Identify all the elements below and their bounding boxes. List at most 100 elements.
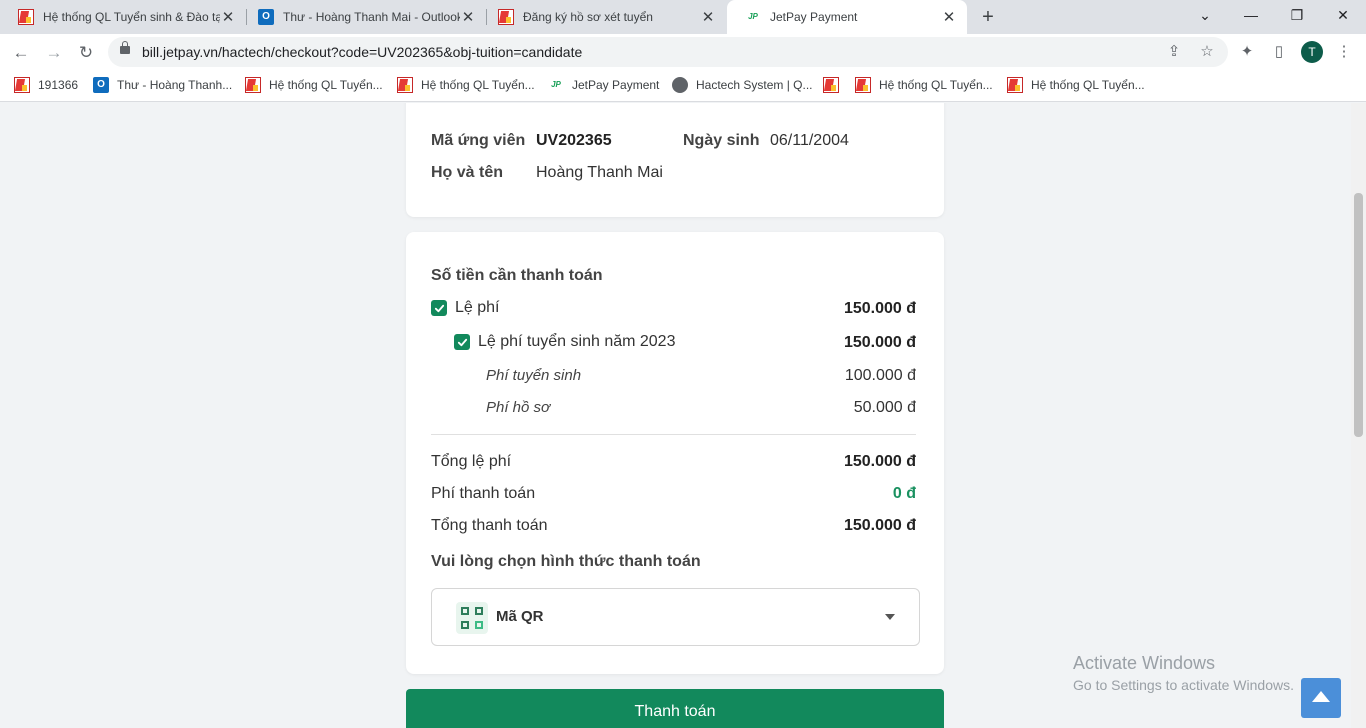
page-scrollbar[interactable] bbox=[1351, 103, 1366, 728]
bookmark-label: JetPay Payment bbox=[572, 78, 660, 92]
side-panel-icon[interactable]: ▯ bbox=[1269, 42, 1289, 62]
bookmark-label: 191366 bbox=[38, 78, 79, 92]
bookmark-item[interactable]: Hệ thống QL Tuyển... bbox=[397, 77, 535, 93]
bookmark-label: Thư - Hoàng Thanh... bbox=[117, 78, 233, 92]
fee-group-row[interactable]: Lệ phí bbox=[431, 299, 499, 317]
fee-group-amount: 150.000 đ bbox=[843, 300, 916, 317]
close-icon[interactable]: ✕ bbox=[700, 8, 716, 26]
scrollbar-thumb[interactable] bbox=[1354, 193, 1363, 437]
sub-item-amount: 100.000 đ bbox=[844, 367, 916, 384]
activate-windows-title: Activate Windows bbox=[1073, 653, 1216, 673]
bookmark-item[interactable]: Hệ thống QL Tuyển... bbox=[855, 77, 993, 93]
bookmark-label: Hệ thống QL Tuyển... bbox=[879, 78, 993, 92]
payment-section-title: Số tiền cần thanh toán bbox=[431, 267, 603, 284]
back-icon[interactable]: ← bbox=[8, 40, 34, 66]
url-text: bill.jetpay.vn/hactech/checkout?code=UV2… bbox=[142, 44, 583, 60]
chevron-down-icon[interactable] bbox=[885, 614, 895, 620]
payment-method-prompt: Vui lòng chọn hình thức thanh toán bbox=[431, 553, 701, 570]
bookmark-item[interactable] bbox=[823, 77, 839, 93]
tab-search-icon[interactable]: ⌄ bbox=[1182, 0, 1228, 30]
fee-item-label: Lệ phí tuyển sinh năm 2023 bbox=[478, 333, 676, 350]
transaction-fee-label: Phí thanh toán bbox=[431, 485, 536, 502]
reload-icon[interactable]: ↻ bbox=[73, 40, 99, 66]
tab-title: Hệ thống QL Tuyển sinh & Đào tạo bbox=[43, 10, 220, 24]
new-tab-icon[interactable]: + bbox=[976, 5, 1000, 29]
close-icon[interactable]: ✕ bbox=[220, 8, 236, 26]
red-logo-icon bbox=[245, 77, 261, 93]
forward-icon[interactable]: → bbox=[41, 40, 67, 66]
jetpay-icon: JP bbox=[748, 12, 758, 21]
outlook-icon: O bbox=[93, 77, 109, 93]
bookmark-item[interactable]: Hactech System | Q... bbox=[672, 77, 812, 93]
sub-item-label: Phí tuyển sinh bbox=[486, 367, 582, 384]
dob-label: Ngày sinh bbox=[683, 132, 760, 149]
bookmark-label: Hệ thống QL Tuyển... bbox=[1031, 78, 1145, 92]
minimize-icon[interactable]: — bbox=[1228, 0, 1274, 30]
tab-title: Thư - Hoàng Thanh Mai - Outlook bbox=[283, 10, 460, 24]
tab-dang-ky[interactable]: Đăng ký hồ sơ xét tuyển ✕ bbox=[480, 0, 726, 34]
globe-icon bbox=[672, 77, 688, 93]
fee-group-label: Lệ phí bbox=[455, 299, 500, 316]
tab-title: Đăng ký hồ sơ xét tuyển bbox=[523, 10, 653, 24]
total-fee-amount: 150.000 đ bbox=[843, 453, 916, 470]
share-icon[interactable]: ⇪ bbox=[1164, 42, 1184, 62]
red-logo-icon bbox=[855, 77, 871, 93]
payment-method-select[interactable]: Mã QR bbox=[431, 588, 920, 646]
profile-avatar[interactable]: T bbox=[1301, 41, 1323, 63]
checkbox-checked-icon[interactable] bbox=[454, 334, 470, 350]
close-icon[interactable]: ✕ bbox=[460, 8, 476, 26]
sub-item-label: Phí hồ sơ bbox=[486, 399, 551, 416]
restore-icon[interactable]: ❐ bbox=[1274, 0, 1320, 30]
payment-method-selected: Mã QR bbox=[496, 608, 544, 625]
bookmark-item[interactable]: JP JetPay Payment bbox=[548, 77, 659, 93]
jetpay-icon: JP bbox=[551, 80, 561, 89]
divider bbox=[431, 434, 916, 435]
payment-card: Số tiền cần thanh toán Lệ phí 150.000 đ … bbox=[406, 232, 944, 674]
bookmark-label: Hệ thống QL Tuyển... bbox=[269, 78, 383, 92]
total-fee-label: Tổng lệ phí bbox=[431, 453, 512, 470]
tab-strip: Hệ thống QL Tuyển sinh & Đào tạo ✕ O Thư… bbox=[0, 0, 1366, 34]
tab-outlook[interactable]: O Thư - Hoàng Thanh Mai - Outlook ✕ bbox=[240, 0, 486, 34]
tab-title: JetPay Payment bbox=[770, 10, 858, 24]
address-bar[interactable]: bill.jetpay.vn/hactech/checkout?code=UV2… bbox=[108, 37, 1228, 67]
pay-button[interactable]: Thanh toán bbox=[406, 689, 944, 728]
red-logo-icon bbox=[823, 77, 839, 93]
menu-icon[interactable]: ⋮ bbox=[1334, 42, 1354, 62]
lock-icon bbox=[120, 41, 130, 54]
fee-item-amount: 150.000 đ bbox=[843, 334, 916, 351]
qr-code-icon bbox=[456, 602, 488, 634]
fee-item-row[interactable]: Lệ phí tuyển sinh năm 2023 bbox=[454, 333, 675, 351]
name-value: Hoàng Thanh Mai bbox=[536, 164, 663, 181]
red-logo-icon bbox=[18, 9, 34, 25]
tab-he-thong-ql[interactable]: Hệ thống QL Tuyển sinh & Đào tạo ✕ bbox=[0, 0, 246, 34]
candidate-card: Mã ứng viên UV202365 Ngày sinh 06/11/200… bbox=[406, 103, 944, 217]
red-logo-icon bbox=[397, 77, 413, 93]
dob-value: 06/11/2004 bbox=[770, 132, 849, 149]
checkbox-checked-icon[interactable] bbox=[431, 300, 447, 316]
outlook-icon: O bbox=[258, 9, 274, 25]
bookmarks-bar: 191366 O Thư - Hoàng Thanh... Hệ thống Q… bbox=[0, 71, 1366, 102]
grand-total-label: Tổng thanh toán bbox=[431, 517, 548, 534]
page-viewport: Mã ứng viên UV202365 Ngày sinh 06/11/200… bbox=[0, 103, 1351, 728]
bookmark-item[interactable]: Hệ thống QL Tuyển... bbox=[1007, 77, 1145, 93]
sub-item-amount: 50.000 đ bbox=[853, 399, 916, 416]
bookmark-star-icon[interactable]: ☆ bbox=[1197, 42, 1217, 62]
browser-toolbar: ← → ↻ bill.jetpay.vn/hactech/checkout?co… bbox=[0, 34, 1366, 71]
extensions-icon[interactable]: ✦ bbox=[1237, 42, 1257, 62]
bookmark-item[interactable]: O Thư - Hoàng Thanh... bbox=[93, 77, 232, 93]
close-icon[interactable]: ✕ bbox=[941, 8, 957, 26]
red-logo-icon bbox=[14, 77, 30, 93]
name-label: Họ và tên bbox=[431, 164, 504, 181]
bookmark-item[interactable]: 191366 bbox=[14, 77, 78, 93]
red-logo-icon bbox=[1007, 77, 1023, 93]
scroll-to-top-button[interactable] bbox=[1301, 678, 1341, 718]
bookmark-label: Hệ thống QL Tuyển... bbox=[421, 78, 535, 92]
transaction-fee-amount: 0 đ bbox=[892, 485, 916, 502]
bookmark-item[interactable]: Hệ thống QL Tuyển... bbox=[245, 77, 383, 93]
window-close-icon[interactable]: ✕ bbox=[1320, 0, 1366, 30]
candidate-code-value: UV202365 bbox=[536, 132, 612, 149]
grand-total-amount: 150.000 đ bbox=[843, 517, 916, 534]
red-logo-icon bbox=[498, 9, 514, 25]
activate-windows-subtitle: Go to Settings to activate Windows. bbox=[1073, 677, 1294, 693]
tab-jetpay[interactable]: JP JetPay Payment ✕ bbox=[727, 0, 967, 34]
